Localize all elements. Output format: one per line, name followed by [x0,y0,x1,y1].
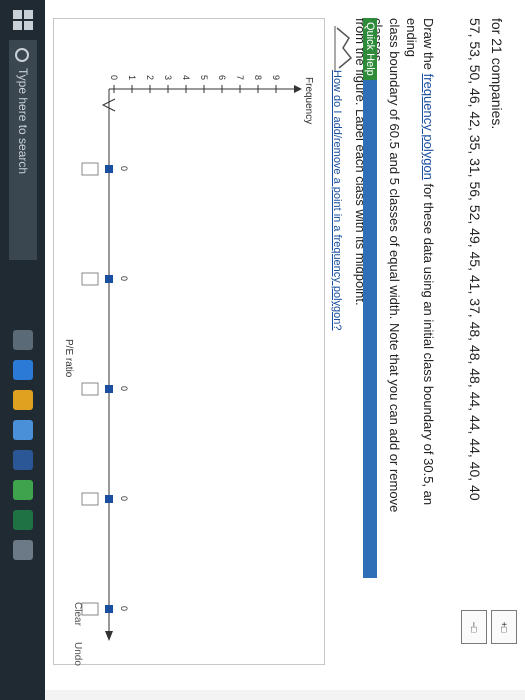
point-value-label: 0 [119,386,129,391]
polygon-point[interactable] [105,385,113,393]
quick-help-link[interactable]: How do I add/remove a point in a frequen… [331,70,343,331]
task-view-icon[interactable] [13,330,33,350]
y-tick-label: 6 [217,75,227,80]
edge-icon[interactable] [13,360,33,380]
intro-text: for 21 companies. [489,18,505,130]
y-tick-label: 9 [271,75,281,80]
polygon-point[interactable] [105,165,113,173]
y-tick-label: 4 [181,75,191,80]
y-tick-label: 5 [199,75,209,80]
excel-icon[interactable] [13,510,33,530]
y-axis-label: Frequency [303,77,314,124]
point-value-label: 0 [119,496,129,501]
remove-point-tool[interactable]: −□ [461,610,487,644]
frequency-polygon-graph[interactable]: Frequency 0 1 2 3 4 5 6 7 8 9 0 0 0 0 0 P/E ratio [54,19,324,664]
data-values: 57, 53, 50, 46, 42, 35, 31, 56, 52, 49, … [467,18,483,501]
instruction-prefix: Draw the [421,18,436,71]
frequency-polygon-link[interactable]: frequency polygon [421,74,436,180]
point-value-label: 0 [119,276,129,281]
midpoint-label-box[interactable] [81,272,99,286]
point-value-label: 0 [119,606,129,611]
y-tick-label: 2 [145,75,155,80]
x-axis-label: P/E ratio [63,339,74,378]
midpoint-label-box[interactable] [81,162,99,176]
store-icon[interactable] [13,420,33,440]
file-explorer-icon[interactable] [13,390,33,410]
point-value-label: 0 [119,166,129,171]
word-icon[interactable] [13,450,33,470]
y-tick-label: 7 [235,75,245,80]
quick-help-label[interactable]: Quick Help [363,18,377,80]
midpoint-label-box[interactable] [81,602,99,616]
search-icon [15,48,29,62]
quick-help-bar: Quick Help [363,18,377,578]
taskbar-search-input[interactable]: Type here to search [9,40,37,260]
y-tick-label: 8 [253,75,263,80]
graph-panel: Frequency 0 1 2 3 4 5 6 7 8 9 0 0 0 0 0 P/E ratio [53,18,325,665]
polygon-points[interactable]: 0 0 0 0 0 [81,162,129,616]
y-axis-arrow-icon [294,85,302,93]
question-page: for 21 companies. 57, 53, 50, 46, 42, 35… [45,0,525,690]
midpoint-label-box[interactable] [81,382,99,396]
polygon-point[interactable] [105,275,113,283]
midpoint-label-box[interactable] [81,492,99,506]
y-tick-label: 3 [163,75,173,80]
polygon-point[interactable] [105,605,113,613]
y-axis-ticks: 0 1 2 3 4 5 6 7 8 9 [109,75,281,93]
frequency-polygon-help-icon [334,26,353,72]
y-tick-label: 1 [127,75,137,80]
undo-button[interactable]: Undo [72,642,83,666]
windows-start-icon[interactable] [13,10,33,30]
x-axis-arrow-icon [105,631,113,641]
calendar-icon[interactable] [13,540,33,560]
y-tick-label: 0 [109,75,119,80]
instruction-line-1: Draw the frequency polygon for these dat… [403,18,437,538]
rotated-screen: for 21 companies. 57, 53, 50, 46, 42, 35… [0,0,525,700]
polygon-point[interactable] [105,495,113,503]
add-point-tool[interactable]: +□ [491,610,517,644]
windows-taskbar: Type here to search [0,0,45,700]
chrome-icon[interactable] [13,480,33,500]
clear-button[interactable]: Clear [72,602,83,626]
search-placeholder: Type here to search [16,68,30,175]
